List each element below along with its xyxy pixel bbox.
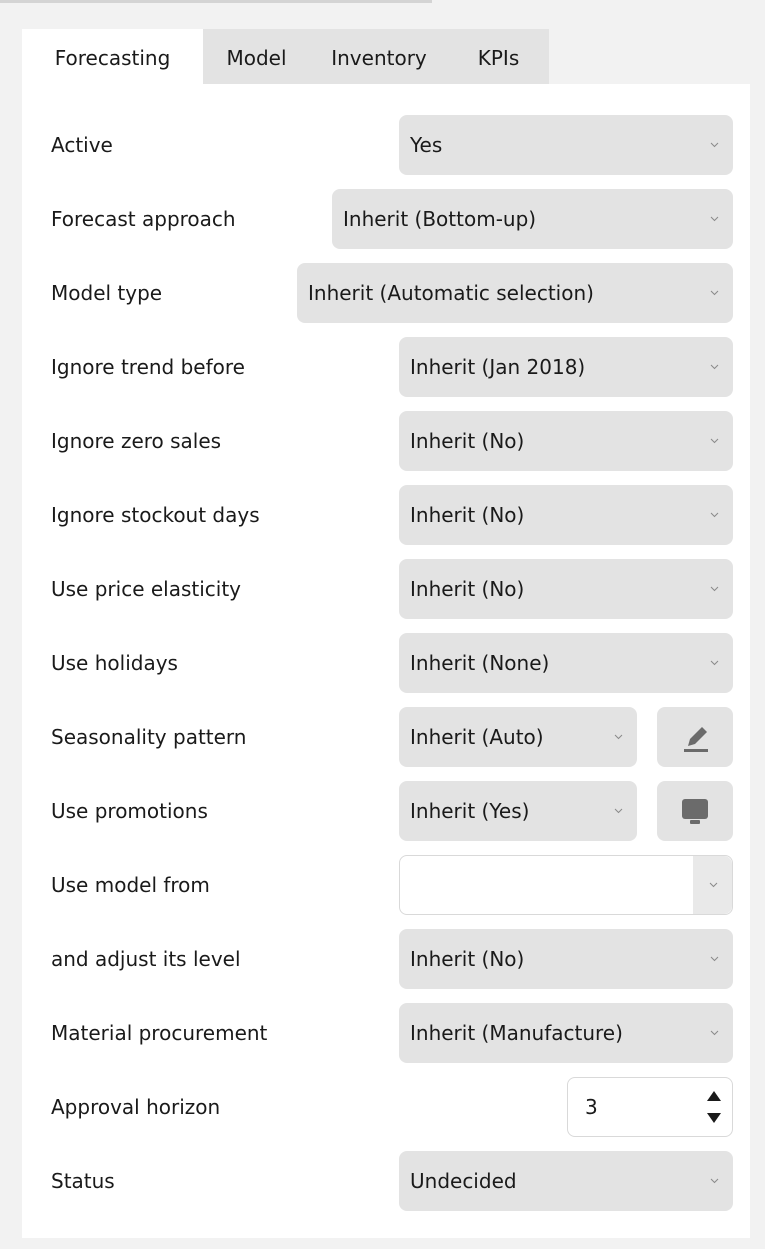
tab-bar: Forecasting Model Inventory KPIs [22,29,549,85]
top-divider [0,0,432,3]
use-model-from-dropdown-toggle[interactable] [693,856,732,914]
row-approval-horizon: Approval horizon 3 [22,1077,750,1137]
ignore-stockout-days-value: Inherit (No) [410,503,525,527]
ignore-trend-before-value: Inherit (Jan 2018) [410,355,586,379]
material-procurement-value: Inherit (Manufacture) [410,1021,623,1045]
ignore-zero-sales-label: Ignore zero sales [51,429,222,453]
ignore-trend-before-select[interactable]: Inherit (Jan 2018) [399,337,733,397]
row-model-type: Model type Inherit (Automatic selection) [22,263,750,323]
use-promotions-label: Use promotions [51,799,208,823]
adjust-level-label: and adjust its level [51,947,241,971]
forecast-approach-value: Inherit (Bottom-up) [343,207,537,231]
status-label: Status [51,1169,115,1193]
chevron-down-icon [710,510,719,519]
approval-horizon-stepper[interactable]: 3 [567,1077,733,1137]
tab-kpis[interactable]: KPIs [448,29,549,85]
chevron-down-icon [614,806,623,815]
row-status: Status Undecided [22,1151,750,1211]
material-procurement-select[interactable]: Inherit (Manufacture) [399,1003,733,1063]
tab-model[interactable]: Model [203,29,310,85]
chevron-down-icon [710,436,719,445]
forecast-approach-label: Forecast approach [51,207,236,231]
row-material-procurement: Material procurement Inherit (Manufactur… [22,1003,750,1063]
use-price-elasticity-select[interactable]: Inherit (No) [399,559,733,619]
chevron-down-icon [710,954,719,963]
use-holidays-select[interactable]: Inherit (None) [399,633,733,693]
chevron-down-icon [710,1028,719,1037]
use-price-elasticity-label: Use price elasticity [51,577,242,601]
chevron-down-icon [709,880,718,889]
row-ignore-trend-before: Ignore trend before Inherit (Jan 2018) [22,337,750,397]
approval-horizon-label: Approval horizon [51,1095,221,1119]
active-value: Yes [410,133,443,157]
chevron-down-icon [710,288,719,297]
ignore-zero-sales-select[interactable]: Inherit (No) [399,411,733,471]
active-label: Active [51,133,113,157]
model-type-label: Model type [51,281,163,305]
approval-horizon-value: 3 [585,1095,598,1119]
use-promotions-value: Inherit (Yes) [410,799,530,823]
model-type-value: Inherit (Automatic selection) [308,281,594,305]
status-select[interactable]: Undecided [399,1151,733,1211]
use-promotions-select[interactable]: Inherit (Yes) [399,781,637,841]
chevron-down-icon [710,584,719,593]
monitor-icon [682,799,708,824]
ignore-stockout-days-select[interactable]: Inherit (No) [399,485,733,545]
forecast-approach-select[interactable]: Inherit (Bottom-up) [332,189,733,249]
row-ignore-zero-sales: Ignore zero sales Inherit (No) [22,411,750,471]
pencil-icon [684,727,708,752]
adjust-level-value: Inherit (No) [410,947,525,971]
use-model-from-label: Use model from [51,873,210,897]
row-use-model-from: Use model from [22,855,750,915]
chevron-down-icon [710,214,719,223]
ignore-trend-before-label: Ignore trend before [51,355,245,379]
ignore-zero-sales-value: Inherit (No) [410,429,525,453]
seasonality-pattern-select[interactable]: Inherit (Auto) [399,707,637,767]
use-price-elasticity-value: Inherit (No) [410,577,525,601]
material-procurement-label: Material procurement [51,1021,268,1045]
row-seasonality-pattern: Seasonality pattern Inherit (Auto) [22,707,750,767]
use-holidays-label: Use holidays [51,651,178,675]
promotions-view-button[interactable] [657,781,733,841]
chevron-down-icon [710,1176,719,1185]
tab-inventory[interactable]: Inventory [310,29,448,85]
chevron-down-icon [710,658,719,667]
row-forecast-approach: Forecast approach Inherit (Bottom-up) [22,189,750,249]
active-select[interactable]: Yes [399,115,733,175]
row-adjust-level: and adjust its level Inherit (No) [22,929,750,989]
seasonality-pattern-value: Inherit (Auto) [410,725,544,749]
row-use-price-elasticity: Use price elasticity Inherit (No) [22,559,750,619]
ignore-stockout-days-label: Ignore stockout days [51,503,260,527]
tab-forecasting[interactable]: Forecasting [22,29,203,85]
chevron-down-icon [710,362,719,371]
chevron-down-icon [710,140,719,149]
use-holidays-value: Inherit (None) [410,651,550,675]
row-use-promotions: Use promotions Inherit (Yes) [22,781,750,841]
model-type-select[interactable]: Inherit (Automatic selection) [297,263,733,323]
spin-arrows-icon[interactable] [704,1084,724,1130]
row-ignore-stockout-days: Ignore stockout days Inherit (No) [22,485,750,545]
adjust-level-select[interactable]: Inherit (No) [399,929,733,989]
row-use-holidays: Use holidays Inherit (None) [22,633,750,693]
row-active: Active Yes [22,115,750,175]
status-value: Undecided [410,1169,517,1193]
edit-seasonality-button[interactable] [657,707,733,767]
chevron-down-icon [614,732,623,741]
use-model-from-input[interactable] [399,855,733,915]
seasonality-pattern-label: Seasonality pattern [51,725,247,749]
